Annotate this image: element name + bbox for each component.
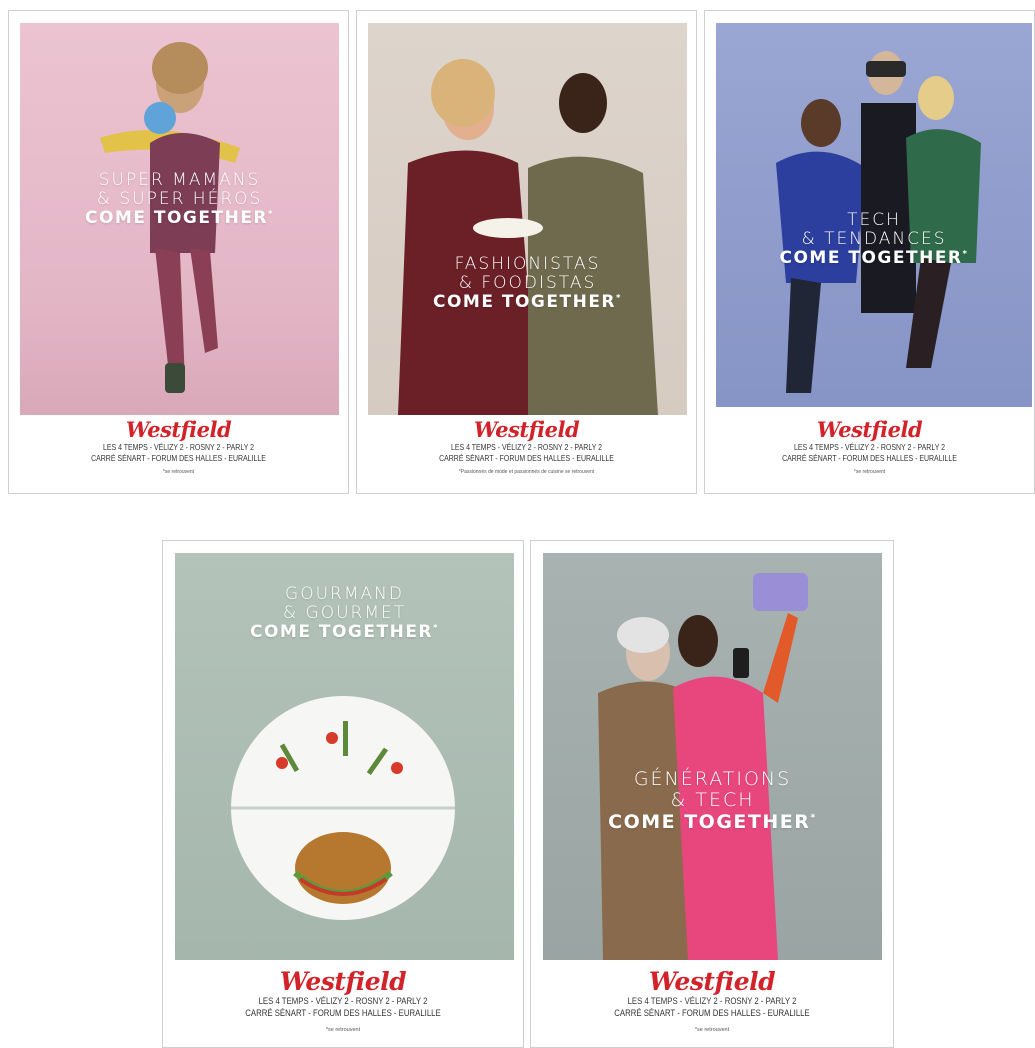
footnote: *se retrouvent xyxy=(694,1026,730,1033)
headline-line-3: COME TOGETHER* xyxy=(85,208,274,229)
footnote: *se retrouvent xyxy=(325,1026,361,1033)
headline-line-3: COME TOGETHER* xyxy=(250,622,439,643)
headline-line-2: & FOODISTAS xyxy=(458,273,597,294)
two-women-selfie-image xyxy=(598,573,808,960)
footnote: *Passionnés de mode et passionnés de cui… xyxy=(458,469,595,476)
mall-list-line-1: LES 4 TEMPS - VÉLIZY 2 - ROSNY 2 - PARLY… xyxy=(450,442,603,452)
poster-headline: FASHIONISTAS & FOODISTAS COME TOGETHER* xyxy=(368,254,687,313)
mall-list-line-2: CARRÉ SÉNART - FORUM DES HALLES - EURALI… xyxy=(91,452,266,463)
westfield-logo: Westfield xyxy=(279,967,407,996)
headline-line-1: TECH xyxy=(847,210,901,230)
headline-line-1: FASHIONISTAS xyxy=(454,254,601,274)
poster-gourmand-gourmet: GOURMAND & GOURMET COME TOGETHER* Westfi… xyxy=(162,540,524,1048)
footnote: *se retrouvent xyxy=(162,469,195,476)
poster-photo: GOURMAND & GOURMET COME TOGETHER* xyxy=(175,553,514,960)
poster-fashionistas: FASHIONISTAS & FOODISTAS COME TOGETHER* … xyxy=(356,10,697,494)
poster-footer: Westfield LES 4 TEMPS - VÉLIZY 2 - ROSNY… xyxy=(163,967,523,1033)
poster-footer: Westfield LES 4 TEMPS - VÉLIZY 2 - ROSNY… xyxy=(357,417,696,475)
poster-photo: TECH & TENDANCES COME TOGETHER* xyxy=(716,23,1032,407)
headline-line-2: & TECH xyxy=(670,789,755,812)
westfield-logo: Westfield xyxy=(473,417,580,442)
poster-photo: SUPER MAMANS & SUPER HÉROS COME TOGETHER… xyxy=(20,23,339,415)
mall-list-line-2: CARRÉ SÉNART - FORUM DES HALLES - EURALI… xyxy=(439,452,614,463)
poster-headline: SUPER MAMANS & SUPER HÉROS COME TOGETHER… xyxy=(20,170,339,229)
footnote: *se retrouvent xyxy=(853,469,886,476)
mall-list-line-2: CARRÉ SÉNART - FORUM DES HALLES - EURALI… xyxy=(782,452,957,463)
poster-super-mamans: SUPER MAMANS & SUPER HÉROS COME TOGETHER… xyxy=(8,10,349,494)
mall-list-line-1: LES 4 TEMPS - VÉLIZY 2 - ROSNY 2 - PARLY… xyxy=(102,442,255,452)
headline-line-3: COME TOGETHER* xyxy=(779,248,969,269)
poster-headline: GÉNÉRATIONS & TECH COME TOGETHER* xyxy=(543,768,882,833)
poster-footer: Westfield LES 4 TEMPS - VÉLIZY 2 - ROSNY… xyxy=(531,967,893,1033)
poster-footer: Westfield LES 4 TEMPS - VÉLIZY 2 - ROSNY… xyxy=(9,417,348,475)
poster-footer: Westfield LES 4 TEMPS - VÉLIZY 2 - ROSNY… xyxy=(705,417,1034,475)
mall-list-line-1: LES 4 TEMPS - VÉLIZY 2 - ROSNY 2 - PARLY… xyxy=(258,996,428,1007)
headline-line-3: COME TOGETHER* xyxy=(433,292,622,313)
headline-line-2: & TENDANCES xyxy=(801,229,947,250)
headline-line-2: & GOURMET xyxy=(282,603,407,624)
mall-list-line-2: CARRÉ SÉNART - FORUM DES HALLES - EURALI… xyxy=(614,1007,810,1019)
poster-tech-tendances: TECH & TENDANCES COME TOGETHER* Westfiel… xyxy=(704,10,1035,494)
poster-headline: GOURMAND & GOURMET COME TOGETHER* xyxy=(175,584,514,643)
headline-line-1: GOURMAND xyxy=(285,584,404,604)
mall-list-line-1: LES 4 TEMPS - VÉLIZY 2 - ROSNY 2 - PARLY… xyxy=(793,442,946,452)
headline-line-1: SUPER MAMANS xyxy=(98,170,261,190)
poster-photo: FASHIONISTAS & FOODISTAS COME TOGETHER* xyxy=(368,23,687,415)
poster-photo: GÉNÉRATIONS & TECH COME TOGETHER* xyxy=(543,553,882,960)
two-women-figure-image xyxy=(398,59,658,415)
headline-line-3: COME TOGETHER* xyxy=(608,810,817,833)
headline-line-2: & SUPER HÉROS xyxy=(96,189,263,210)
poster-headline: TECH & TENDANCES COME TOGETHER* xyxy=(716,210,1032,269)
mall-list-line-1: LES 4 TEMPS - VÉLIZY 2 - ROSNY 2 - PARLY… xyxy=(627,996,797,1007)
poster-generations-tech: GÉNÉRATIONS & TECH COME TOGETHER* Westfi… xyxy=(530,540,894,1048)
westfield-logo: Westfield xyxy=(648,967,776,996)
westfield-logo: Westfield xyxy=(816,417,923,442)
mall-list-line-2: CARRÉ SÉNART - FORUM DES HALLES - EURALI… xyxy=(245,1007,441,1019)
headline-line-1: GÉNÉRATIONS xyxy=(633,768,792,790)
westfield-logo: Westfield xyxy=(125,417,232,442)
